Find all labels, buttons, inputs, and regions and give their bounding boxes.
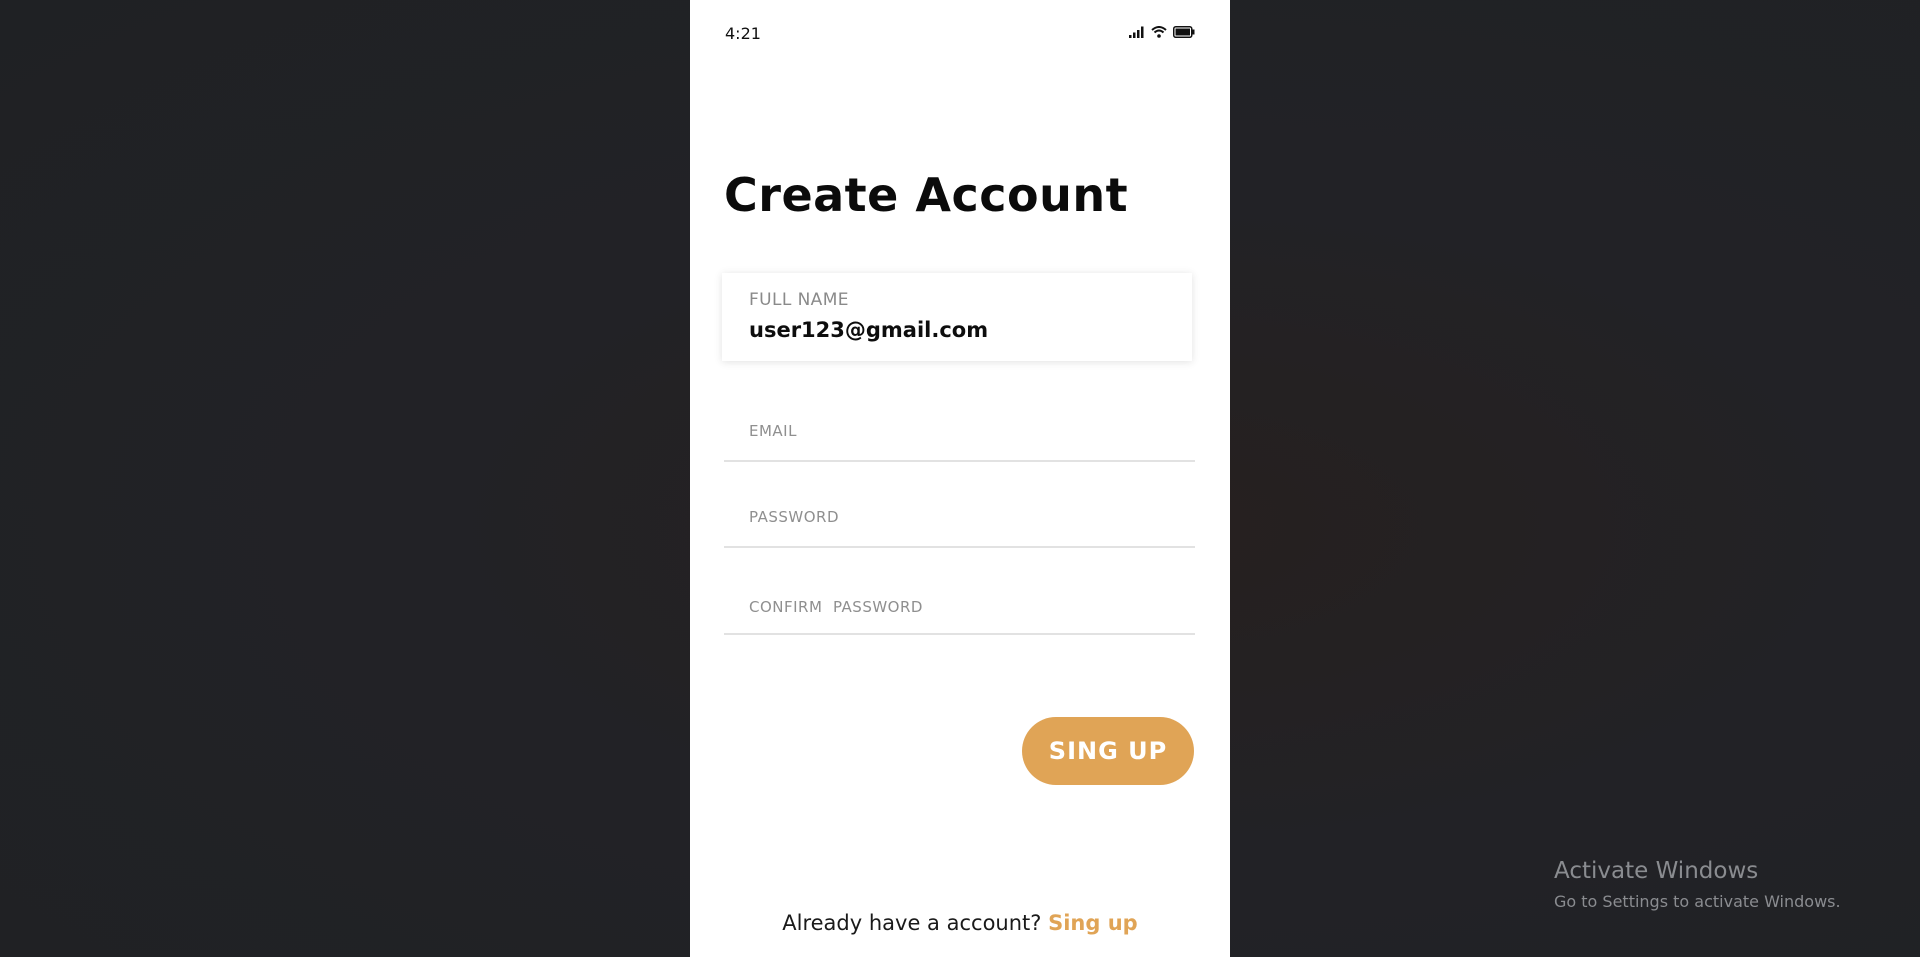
watermark-subtitle: Go to Settings to activate Windows. [1554, 892, 1841, 911]
battery-icon [1173, 26, 1195, 38]
confirm-password-placeholder: CONFIRM PASSWORD [749, 598, 923, 616]
email-field[interactable]: EMAIL [724, 400, 1195, 462]
password-placeholder: PASSWORD [749, 508, 840, 526]
status-icons [1129, 26, 1195, 38]
full-name-label: FULL NAME [749, 290, 849, 310]
full-name-value[interactable]: user123@gmail.com [749, 318, 988, 342]
wifi-icon [1151, 26, 1167, 38]
watermark-title: Activate Windows [1554, 858, 1759, 884]
footer: Already have a account? Sing up [690, 911, 1230, 935]
signup-link[interactable]: Sing up [1048, 911, 1138, 935]
signup-button[interactable]: SING UP [1022, 717, 1194, 785]
phone-screen: 4:21 Create Account FULL NAME user123@gm… [690, 0, 1230, 957]
windows-activation-watermark: Activate Windows Go to Settings to activ… [1554, 858, 1841, 911]
status-time: 4:21 [725, 24, 761, 43]
confirm-password-field[interactable]: CONFIRM PASSWORD [724, 573, 1195, 635]
status-bar: 4:21 [690, 0, 1230, 66]
page-title: Create Account [724, 168, 1129, 222]
signal-icon [1129, 26, 1145, 38]
password-field[interactable]: PASSWORD [724, 486, 1195, 548]
footer-prompt: Already have a account? [782, 911, 1042, 935]
full-name-field[interactable]: FULL NAME user123@gmail.com [722, 273, 1192, 361]
email-placeholder: EMAIL [749, 422, 797, 440]
